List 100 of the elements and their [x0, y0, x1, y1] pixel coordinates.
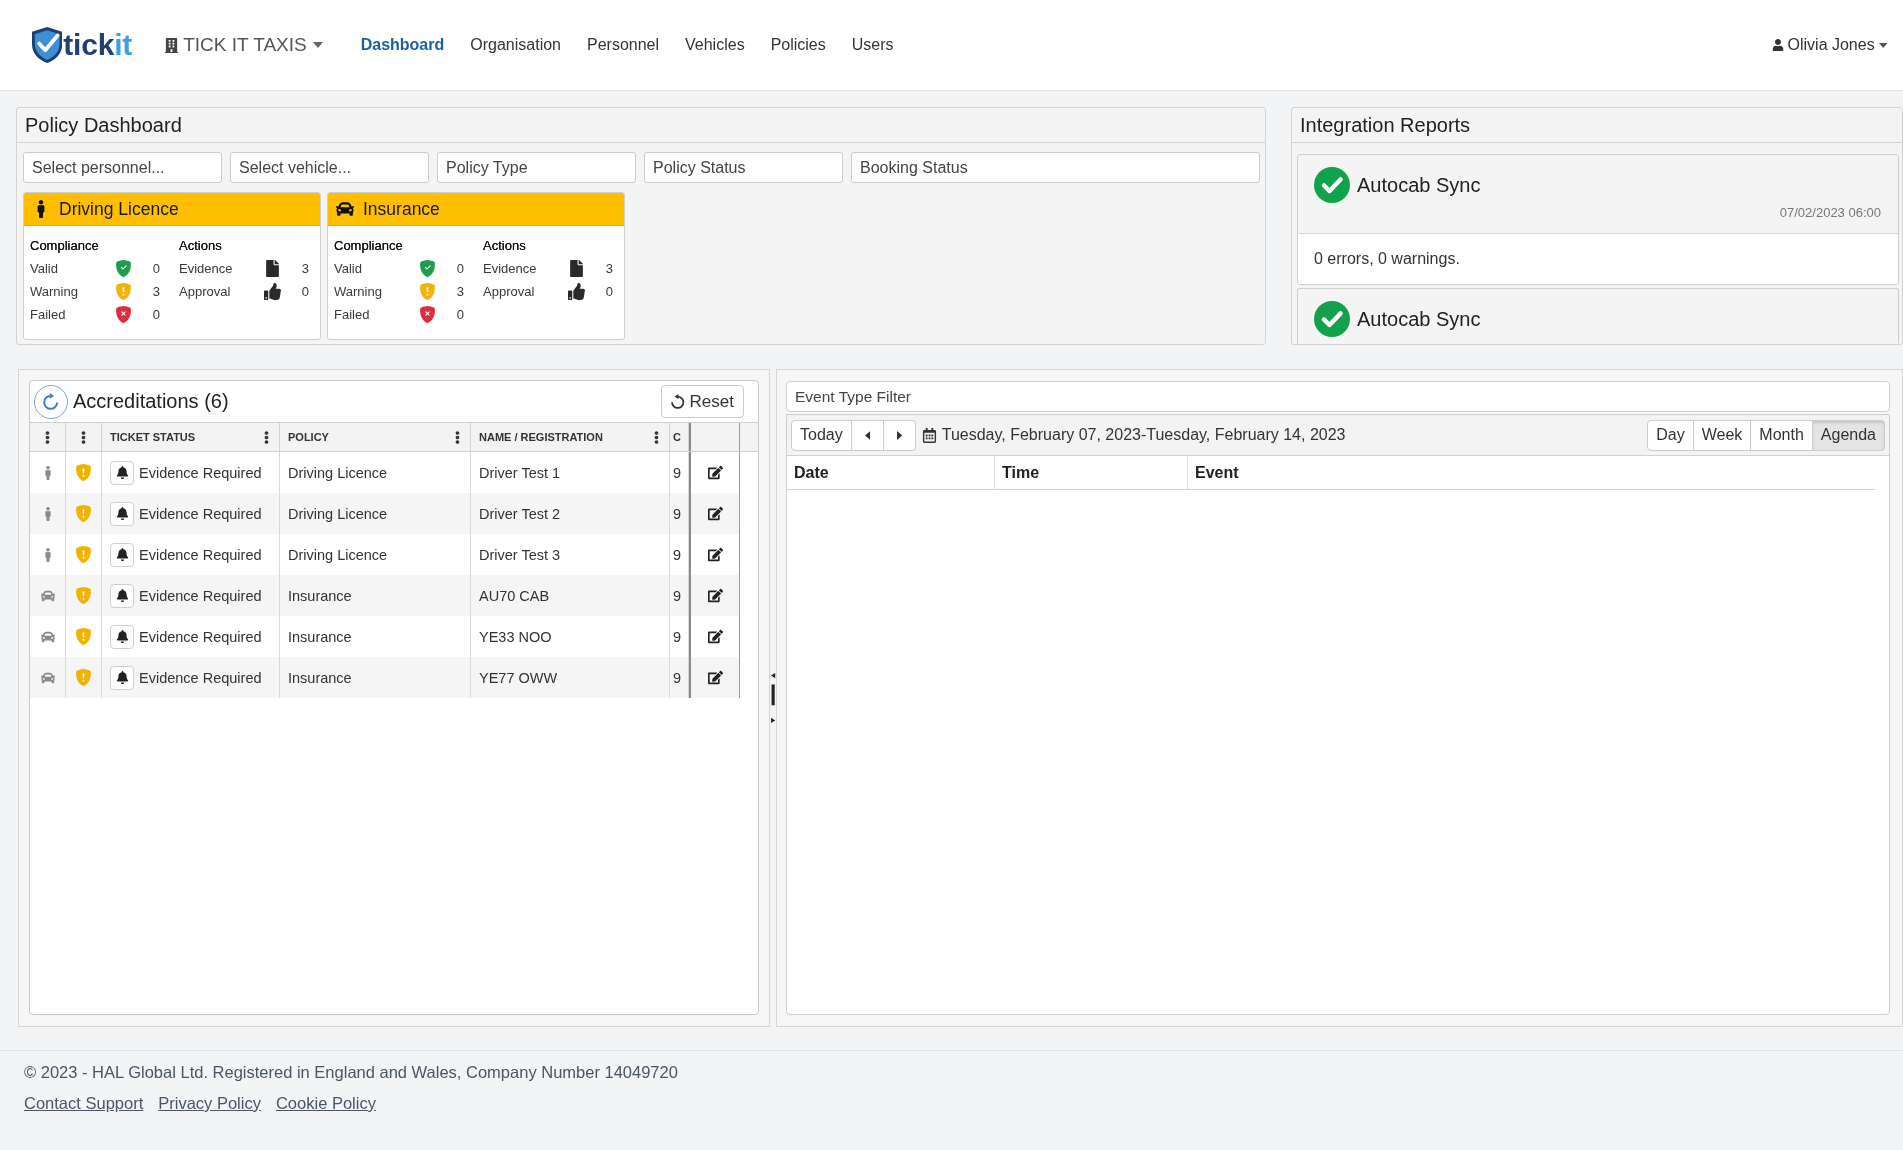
- notification-button[interactable]: [110, 583, 134, 608]
- stat-count: 0: [604, 284, 613, 299]
- organisation-switcher[interactable]: TICK IT TAXIS: [183, 34, 307, 56]
- bell-icon: [115, 671, 129, 684]
- panel-title: Policy Dashboard: [17, 108, 1265, 143]
- report-name: Autocab Sync: [1357, 173, 1481, 197]
- shield-exclamation-icon: [115, 283, 132, 300]
- notification-button[interactable]: [110, 460, 134, 485]
- caret-left-icon: [864, 430, 870, 440]
- notification-button[interactable]: [110, 501, 134, 526]
- caret-down-icon[interactable]: [1878, 42, 1887, 48]
- ticket-status-text: Evidence Required: [139, 464, 262, 481]
- stat-label: Evidence: [483, 261, 538, 276]
- bell-icon: [115, 507, 129, 520]
- stat-label: Approval: [179, 284, 232, 299]
- column-header: C: [673, 431, 681, 443]
- logo-shield-icon: [32, 27, 63, 63]
- stat-label: Evidence: [179, 261, 234, 276]
- stat-label: Valid: [30, 261, 59, 276]
- stat-count: 0: [455, 307, 464, 322]
- footer-link[interactable]: Cookie Policy: [275, 1093, 376, 1113]
- previous-button[interactable]: [851, 419, 884, 451]
- ticket-status-text: Evidence Required: [139, 505, 262, 522]
- shield-exclamation-icon: [75, 464, 92, 481]
- stat-count: 3: [300, 261, 309, 276]
- policy-card-title: Driving Licence: [59, 198, 179, 220]
- stat-label: Failed: [30, 307, 67, 322]
- refresh-icon: [43, 393, 59, 410]
- shield-exclamation-icon: [75, 669, 92, 686]
- car-icon: [336, 200, 354, 218]
- footer-link[interactable]: Privacy Policy: [158, 1093, 261, 1113]
- date-range-label: Tuesday, February 07, 2023-Tuesday, February 14, 2023: [941, 426, 1346, 444]
- car-icon: [40, 588, 55, 603]
- car-icon: [40, 629, 55, 644]
- nav-link[interactable]: Personnel: [587, 36, 660, 54]
- column-header: TICKET STATUS: [110, 431, 196, 443]
- caret-right-icon: [896, 430, 902, 440]
- view-tab[interactable]: Month: [1751, 419, 1813, 451]
- section-heading: Compliance: [334, 238, 404, 253]
- filter-field[interactable]: Select vehicle...: [230, 152, 429, 183]
- today-button[interactable]: Today: [791, 419, 852, 451]
- table-cell: YE77 OWW: [471, 657, 670, 698]
- ticket-status-text: Evidence Required: [139, 669, 262, 686]
- edit-icon[interactable]: [707, 547, 723, 562]
- ticket-status-text: Evidence Required: [139, 546, 262, 563]
- edit-icon[interactable]: [707, 465, 723, 480]
- stat-count: 0: [151, 261, 160, 276]
- notification-button[interactable]: [110, 665, 134, 690]
- shield-check-icon: [115, 260, 132, 277]
- splitter-handle-icon[interactable]: [769, 673, 777, 723]
- policy-card-title: Insurance: [363, 198, 440, 220]
- undo-icon: [671, 394, 685, 409]
- bell-icon: [115, 589, 129, 602]
- edit-icon[interactable]: [707, 588, 723, 603]
- nav-link[interactable]: Users: [851, 36, 894, 54]
- notification-button[interactable]: [110, 542, 134, 567]
- nav-link[interactable]: Vehicles: [685, 36, 745, 54]
- filter-field[interactable]: Select personnel...: [23, 152, 222, 183]
- bell-icon: [115, 548, 129, 561]
- thumbs-up-icon: [264, 283, 281, 300]
- card-title: Accreditations (6): [73, 390, 229, 413]
- caret-down-icon[interactable]: [312, 42, 323, 48]
- column-header: Date: [787, 456, 995, 489]
- column-header: POLICY: [288, 431, 329, 443]
- bell-icon: [115, 630, 129, 643]
- notification-button[interactable]: [110, 624, 134, 649]
- view-tab[interactable]: Day: [1647, 419, 1694, 451]
- nav-link[interactable]: Dashboard: [360, 36, 445, 54]
- filter-field[interactable]: Policy Status: [644, 152, 843, 183]
- check-circle-icon: [1314, 167, 1350, 203]
- stat-label: Warning: [30, 284, 79, 299]
- view-tab[interactable]: Week: [1693, 419, 1752, 451]
- shield-x-icon: [419, 306, 436, 323]
- column-header: NAME / REGISTRATION: [479, 431, 603, 443]
- user-menu[interactable]: Olivia Jones: [1787, 36, 1875, 54]
- ticket-status-text: Evidence Required: [139, 587, 262, 604]
- nav-link[interactable]: Policies: [770, 36, 826, 54]
- reset-button[interactable]: Reset: [661, 385, 744, 418]
- event-type-filter-field[interactable]: Event Type Filter: [786, 381, 1890, 412]
- edit-icon[interactable]: [707, 506, 723, 521]
- edit-icon[interactable]: [707, 670, 723, 685]
- edit-icon[interactable]: [707, 629, 723, 644]
- report-time: 07/02/2023 06:00: [1778, 205, 1881, 220]
- refresh-button[interactable]: [34, 384, 68, 419]
- check-circle-icon: [1314, 301, 1350, 337]
- table-cell: 9: [670, 657, 689, 698]
- shield-exclamation-icon: [75, 628, 92, 645]
- next-button[interactable]: [883, 419, 916, 451]
- stat-count: 3: [151, 284, 160, 299]
- filter-field[interactable]: Booking Status: [851, 152, 1260, 183]
- shield-exclamation-icon: [75, 505, 92, 522]
- stat-count: 3: [604, 261, 613, 276]
- view-tab[interactable]: Agenda: [1812, 419, 1885, 451]
- shield-x-icon: [115, 306, 132, 323]
- filter-field[interactable]: Policy Type: [437, 152, 636, 183]
- nav-link[interactable]: Organisation: [470, 36, 561, 54]
- shield-exclamation-icon: [75, 546, 92, 563]
- footer-link[interactable]: Contact Support: [24, 1093, 144, 1113]
- building-icon: [164, 37, 180, 53]
- calendar-icon: [921, 427, 937, 443]
